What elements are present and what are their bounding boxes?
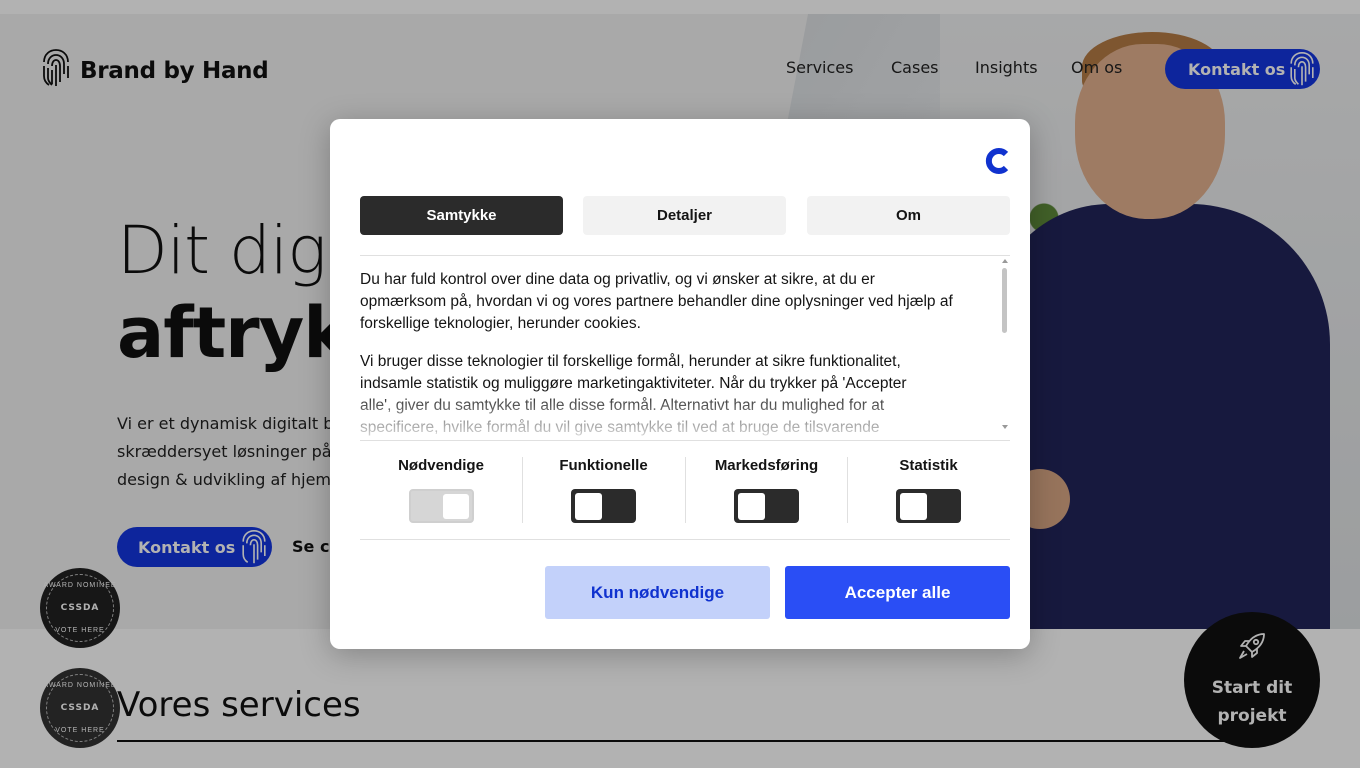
consent-paragraph-1: Du har fuld kontrol over dine data og pr… (360, 271, 953, 332)
cookie-consent-dialog: Samtykke Detaljer Om Du har fuld kontrol… (330, 119, 1030, 649)
description-scrollbar[interactable] (1000, 259, 1010, 439)
consent-categories: Nødvendige Funktionelle Markedsføring St… (360, 457, 1010, 523)
divider (360, 440, 1010, 441)
toggle-knob (442, 493, 469, 519)
tab-om[interactable]: Om (807, 196, 1010, 235)
category-marketing: Markedsføring (685, 457, 847, 523)
scroll-down-arrow-icon[interactable] (1002, 425, 1008, 429)
cookiebot-logo-icon (984, 147, 1010, 180)
toggle-knob (738, 492, 765, 520)
tab-samtykke[interactable]: Samtykke (360, 196, 563, 235)
tab-detaljer[interactable]: Detaljer (583, 196, 786, 235)
category-functional: Funktionelle (522, 457, 684, 523)
necessary-only-button[interactable]: Kun nødvendige (545, 566, 770, 619)
statistics-toggle[interactable] (896, 488, 961, 523)
consent-tabs: Samtykke Detaljer Om (360, 196, 1010, 235)
necessary-toggle (408, 488, 474, 523)
category-label: Markedsføring (714, 457, 819, 474)
category-label: Statistik (899, 457, 958, 474)
category-label: Funktionelle (559, 457, 648, 474)
text-fade (360, 389, 960, 441)
category-necessary: Nødvendige (360, 457, 522, 523)
accept-all-button[interactable]: Accepter alle (785, 566, 1010, 619)
scroll-thumb[interactable] (1002, 268, 1007, 333)
divider (360, 255, 1010, 256)
category-statistics: Statistik (847, 457, 1009, 523)
category-label: Nødvendige (398, 457, 484, 474)
toggle-knob (575, 492, 602, 520)
scroll-up-arrow-icon[interactable] (1002, 259, 1008, 263)
marketing-toggle[interactable] (734, 488, 799, 523)
divider (360, 539, 1010, 540)
functional-toggle[interactable] (571, 488, 636, 523)
toggle-knob (900, 492, 927, 520)
